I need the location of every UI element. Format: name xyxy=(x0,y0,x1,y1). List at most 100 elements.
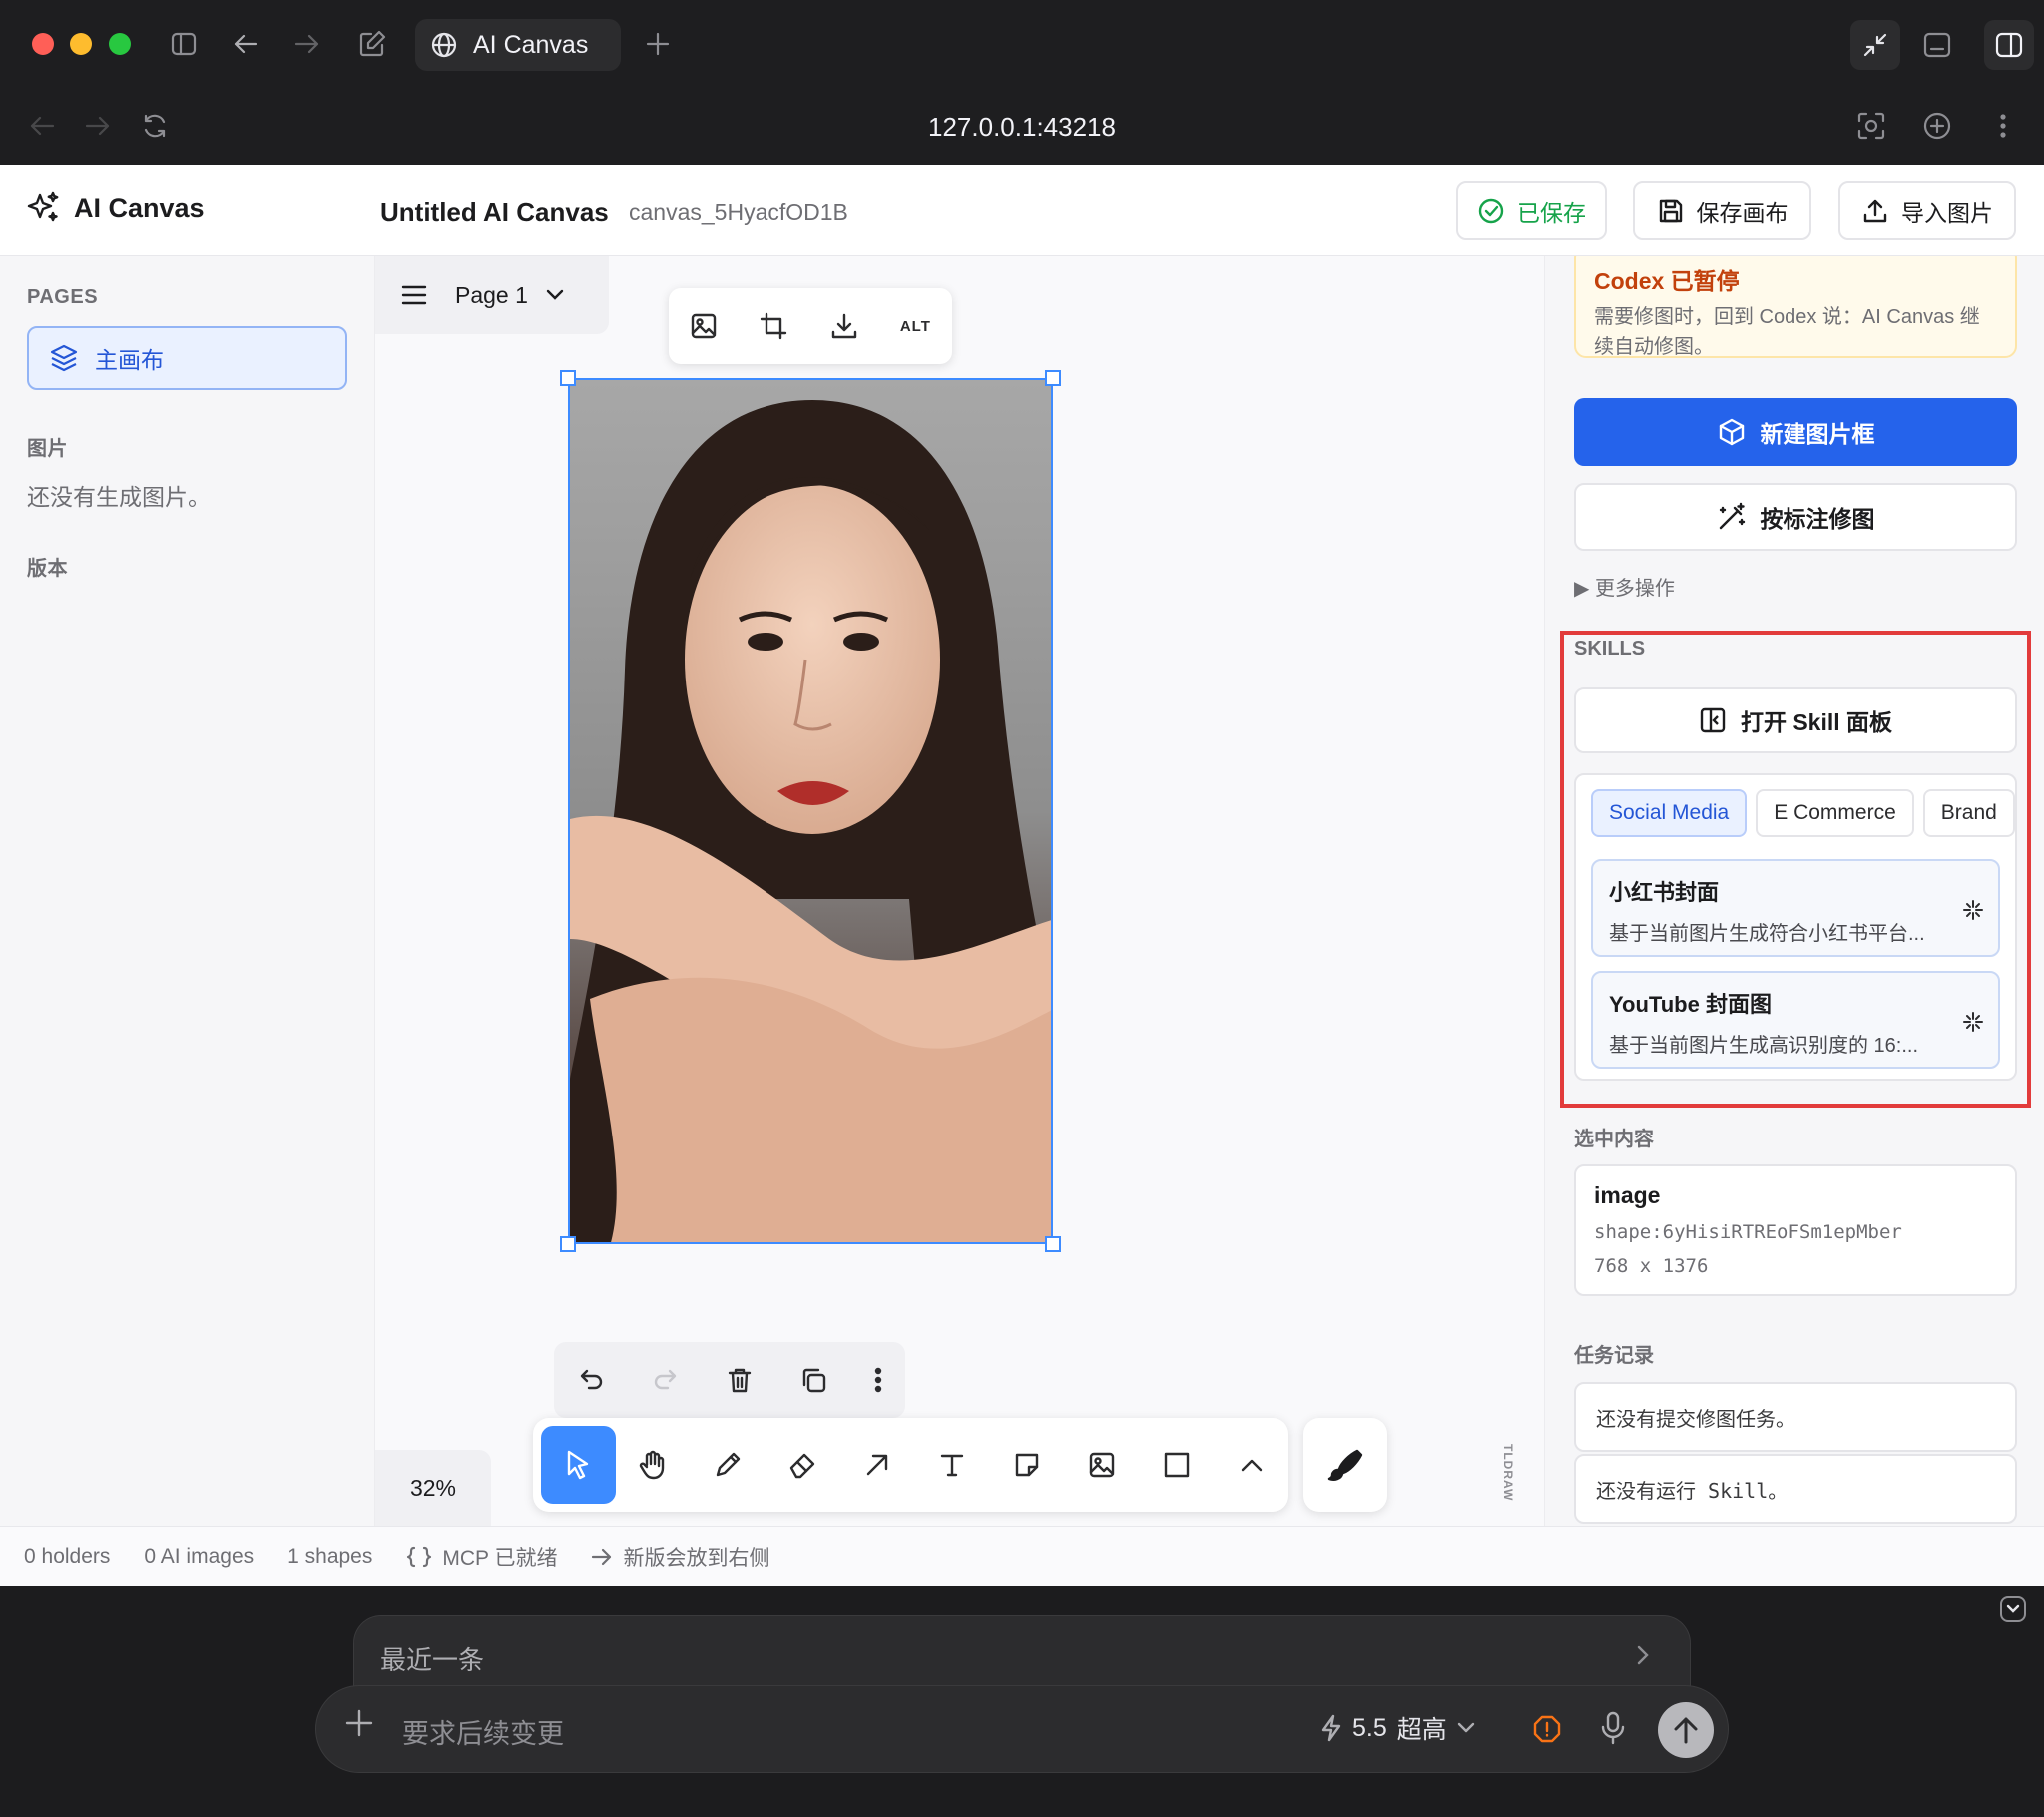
saved-status-button[interactable]: 已保存 xyxy=(1456,181,1607,240)
page-item-main-canvas[interactable]: 主画布 xyxy=(27,326,347,390)
holders-count: 0 holders xyxy=(24,1544,111,1568)
select-tool[interactable] xyxy=(541,1426,616,1504)
chevron-down-icon xyxy=(1457,1722,1474,1733)
undo-icon[interactable] xyxy=(577,1366,605,1394)
save-canvas-button[interactable]: 保存画布 xyxy=(1633,181,1811,240)
eraser-tool[interactable] xyxy=(766,1426,840,1504)
composer-input[interactable]: 要求后续变更 xyxy=(402,1712,564,1751)
chevron-down-icon xyxy=(546,289,564,300)
document-title[interactable]: Untitled AI Canvas xyxy=(380,197,609,227)
rectangle-tool[interactable] xyxy=(1139,1426,1214,1504)
tab-forward-icon[interactable] xyxy=(291,28,323,60)
new-image-frame-button[interactable]: 新建图片框 xyxy=(1574,398,2017,466)
next-version-label: 新版会放到右侧 xyxy=(623,1546,770,1570)
panel-bottom-icon[interactable] xyxy=(1920,28,1954,62)
more-tools-button[interactable] xyxy=(1214,1426,1288,1504)
more-vertical-icon[interactable] xyxy=(874,1367,882,1393)
alt-text-button[interactable]: ALT xyxy=(900,318,931,335)
hand-tool[interactable] xyxy=(616,1426,691,1504)
window-minimize-button[interactable] xyxy=(70,33,92,55)
chevron-right-icon xyxy=(1637,1645,1649,1665)
redo-icon[interactable] xyxy=(652,1366,680,1394)
skill-card-xiaohongshu[interactable]: 小红书封面 基于当前图片生成符合小红书平台... xyxy=(1591,859,2000,957)
download-icon[interactable] xyxy=(830,312,858,340)
page-item-label: 主画布 xyxy=(95,347,164,373)
add-extension-icon[interactable] xyxy=(1920,109,1954,143)
images-empty-text: 还没有生成图片。 xyxy=(27,484,211,510)
drawing-toolbar xyxy=(533,1418,1288,1512)
image-toolbar: ALT xyxy=(669,288,952,364)
brush-magic-icon xyxy=(1327,1449,1363,1481)
sparkle-icon xyxy=(1963,900,1983,920)
more-actions-toggle[interactable]: ▶ 更多操作 xyxy=(1574,572,1675,601)
skill-card-title: YouTube 封面图 xyxy=(1609,992,1772,1017)
new-note-icon[interactable] xyxy=(355,27,389,61)
screenshot-icon[interactable] xyxy=(1854,109,1888,143)
window-close-button[interactable] xyxy=(32,33,54,55)
check-circle-icon xyxy=(1478,198,1504,224)
trash-icon[interactable] xyxy=(726,1366,754,1394)
duplicate-icon[interactable] xyxy=(799,1366,827,1394)
alert-shield-icon[interactable] xyxy=(1532,1714,1562,1744)
arrow-tool[interactable] xyxy=(840,1426,915,1504)
plus-icon[interactable] xyxy=(344,1708,374,1738)
hamburger-menu-icon[interactable] xyxy=(401,284,427,306)
window-zoom-button[interactable] xyxy=(109,33,131,55)
chip-brand[interactable]: Brand xyxy=(1922,789,2015,837)
replace-image-icon[interactable] xyxy=(690,312,718,340)
chevron-down-icon xyxy=(2006,1604,2020,1613)
resize-handle-top-left[interactable] xyxy=(560,370,576,386)
resize-handle-bottom-right[interactable] xyxy=(1045,1236,1061,1252)
skill-category-chips: Social Media E Commerce Brand xyxy=(1591,789,2015,837)
text-tool[interactable] xyxy=(915,1426,990,1504)
sidebar-toggle-icon[interactable] xyxy=(168,28,200,60)
browser-tab[interactable]: AI Canvas xyxy=(415,19,621,71)
assistant-composer-area: 最近一条 要求后续变更 5.5 超高 xyxy=(0,1586,2044,1817)
app-header: AI Canvas Untitled AI Canvas canvas_5Hya… xyxy=(0,165,2044,256)
selected-image-shape[interactable] xyxy=(568,378,1053,1244)
saved-label: 已保存 xyxy=(1517,200,1586,226)
annotate-edit-button[interactable]: 按标注修图 xyxy=(1574,483,2017,551)
open-skill-panel-button[interactable]: 打开 Skill 面板 xyxy=(1574,687,2017,753)
selection-type: image xyxy=(1594,1182,1661,1208)
skill-card-youtube[interactable]: YouTube 封面图 基于当前图片生成高识别度的 16:... xyxy=(1591,971,2000,1069)
model-selector[interactable]: 5.5 超高 xyxy=(1320,1710,1475,1746)
chip-e-commerce[interactable]: E Commerce xyxy=(1756,789,1914,837)
tab-back-icon[interactable] xyxy=(230,28,261,60)
arrow-icon xyxy=(866,1454,888,1476)
crop-icon[interactable] xyxy=(760,312,787,340)
import-image-button[interactable]: 导入图片 xyxy=(1838,181,2016,240)
send-button[interactable] xyxy=(1658,1702,1714,1758)
new-tab-icon[interactable] xyxy=(642,28,674,60)
split-view-icon[interactable] xyxy=(1984,20,2034,70)
page-menu[interactable]: Page 1 xyxy=(375,256,609,334)
chip-social-media[interactable]: Social Media xyxy=(1591,789,1748,837)
page-selector[interactable]: Page 1 xyxy=(455,282,564,309)
cursor-icon xyxy=(568,1450,589,1480)
skill-list: Social Media E Commerce Brand 小红书封面 基于当前… xyxy=(1574,773,2017,1081)
microphone-icon[interactable] xyxy=(1600,1710,1626,1746)
more-menu-icon[interactable] xyxy=(1986,109,2020,143)
image-tool[interactable] xyxy=(1064,1426,1139,1504)
minimize-arrows-icon[interactable] xyxy=(1850,20,1900,70)
resize-handle-bottom-left[interactable] xyxy=(560,1236,576,1252)
canvas-area[interactable]: Page 1 ALT 32% TLDRAW xyxy=(375,256,1544,1526)
pages-section-label: PAGES xyxy=(27,286,99,308)
tldraw-watermark: TLDRAW xyxy=(1501,1444,1515,1502)
collapse-button[interactable] xyxy=(2000,1596,2026,1622)
task-empty-state: 还没有提交修图任务。 xyxy=(1574,1382,2017,1452)
pencil-tool[interactable] xyxy=(691,1426,766,1504)
tasks-section-label: 任务记录 xyxy=(1574,1345,1654,1367)
versions-section-label: 版本 xyxy=(27,558,68,580)
arrow-up-icon xyxy=(1674,1717,1698,1744)
right-panel: Codex 已暂停 需要修图时，回到 Codex 说：AI Canvas 继续自… xyxy=(1544,256,2044,1526)
app-window: AI Canvas Untitled AI Canvas canvas_5Hya… xyxy=(0,165,2044,1586)
zoom-level[interactable]: 32% xyxy=(375,1450,491,1526)
mcp-status: MCP 已就绪 xyxy=(406,1542,557,1572)
hand-icon xyxy=(640,1450,665,1480)
import-image-label: 导入图片 xyxy=(1901,200,1993,226)
resize-handle-top-right[interactable] xyxy=(1045,370,1061,386)
note-tool[interactable] xyxy=(989,1426,1064,1504)
magic-action-button[interactable] xyxy=(1303,1418,1387,1512)
address-bar[interactable]: 127.0.0.1:43218 xyxy=(0,112,2044,143)
